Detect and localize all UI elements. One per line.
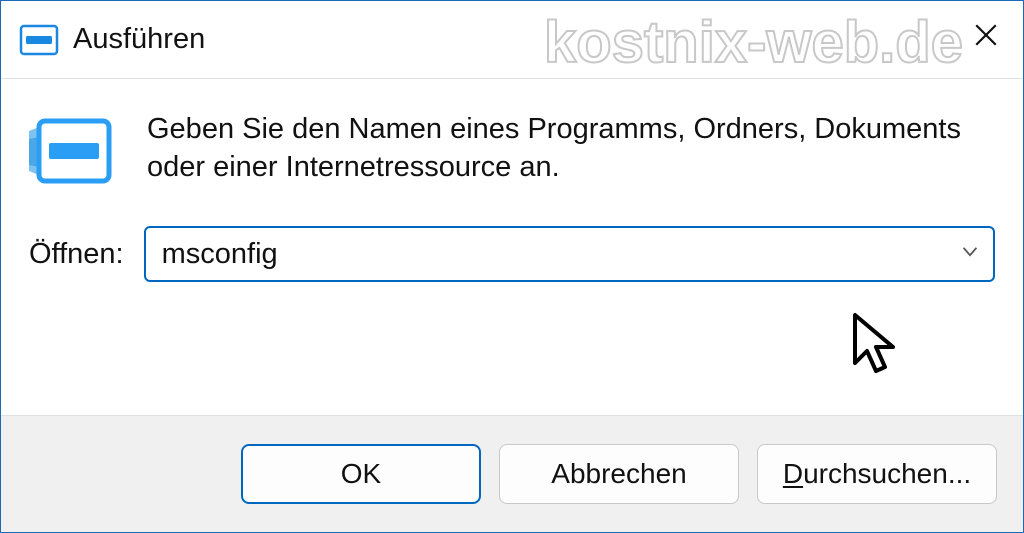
run-title-icon <box>19 20 59 60</box>
input-row: Öffnen: <box>29 226 995 282</box>
ok-button[interactable]: OK <box>241 444 481 504</box>
titlebar: Ausführen kostnix-web.de <box>1 1 1023 79</box>
cancel-button[interactable]: Abbrechen <box>499 444 739 504</box>
dialog-description: Geben Sie den Namen eines Programms, Ord… <box>147 111 995 186</box>
ok-button-label: OK <box>341 458 381 490</box>
dialog-content: Geben Sie den Namen eines Programms, Ord… <box>1 79 1023 322</box>
window-title: Ausführen <box>73 23 205 56</box>
open-label: Öffnen: <box>29 238 124 271</box>
open-input[interactable] <box>144 226 995 282</box>
watermark-text: kostnix-web.de <box>544 9 963 76</box>
browse-button-label: Durchsuchen... <box>783 458 971 490</box>
run-dialog-icon <box>29 117 113 185</box>
open-combobox[interactable] <box>144 226 995 282</box>
info-row: Geben Sie den Namen eines Programms, Ord… <box>29 111 995 186</box>
close-icon <box>973 22 999 48</box>
button-bar: OK Abbrechen Durchsuchen... <box>1 415 1023 532</box>
browse-button[interactable]: Durchsuchen... <box>757 444 997 504</box>
close-button[interactable] <box>961 15 1011 55</box>
cancel-button-label: Abbrechen <box>551 458 686 490</box>
